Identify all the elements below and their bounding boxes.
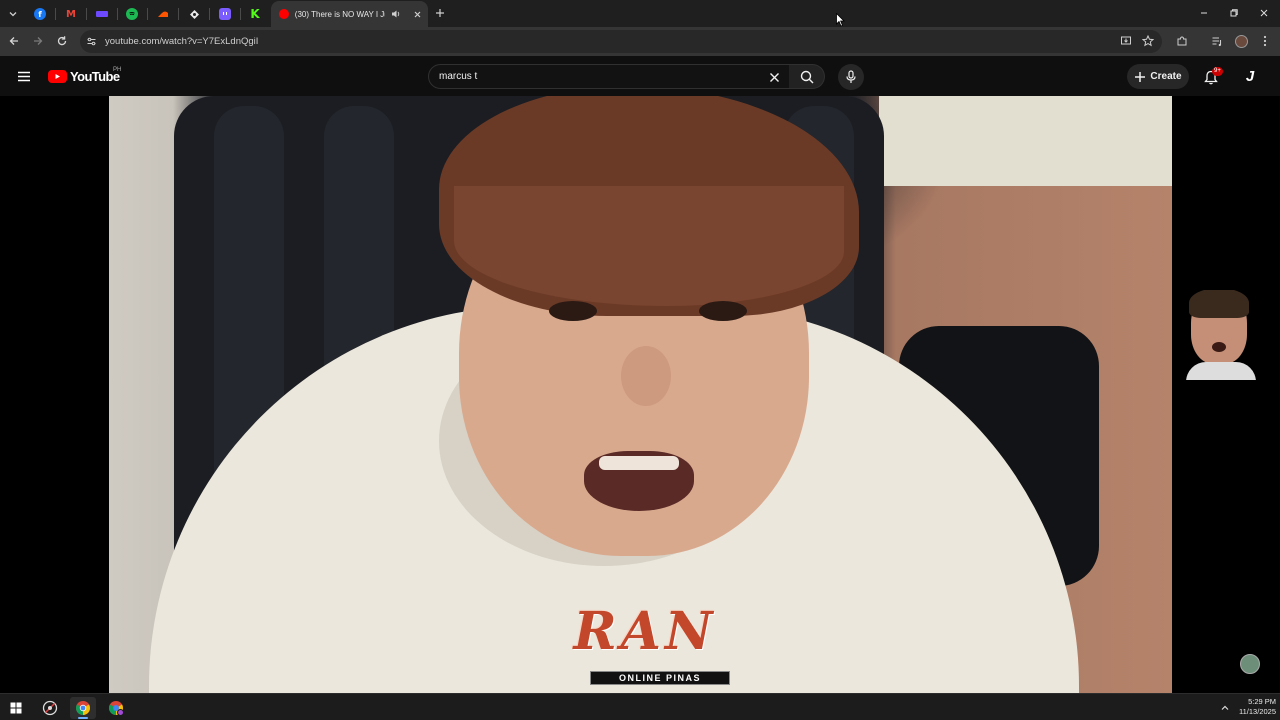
watermark-title: RAN xyxy=(573,601,717,662)
chrome-icon xyxy=(75,700,91,716)
video-background-wall xyxy=(879,96,1172,186)
forward-button[interactable] xyxy=(30,33,46,49)
video-player[interactable]: RAN ONLINE PINAS xyxy=(0,96,1280,693)
browser-tab-strip: f M K (30) There is NO WAY I Just xyxy=(0,0,1280,27)
taskbar-app-circle[interactable] xyxy=(37,697,63,719)
app-circle-icon xyxy=(42,700,58,716)
guide-menu-icon[interactable] xyxy=(14,66,34,86)
clock-time: 5:29 PM xyxy=(1248,697,1276,706)
kick-icon: K xyxy=(250,7,260,21)
youtube-logo[interactable]: YouTube xyxy=(48,69,120,84)
site-info-icon[interactable] xyxy=(86,36,97,47)
extensions-puzzle-icon[interactable] xyxy=(1174,33,1190,49)
watermark-subtitle: ONLINE PINAS xyxy=(618,673,701,683)
profile-avatar-icon[interactable] xyxy=(1233,33,1249,49)
youtube-play-icon xyxy=(48,70,67,83)
pinned-tab-proton[interactable] xyxy=(87,4,117,24)
reload-button[interactable] xyxy=(54,33,70,49)
restore-button[interactable] xyxy=(1224,4,1244,22)
start-button[interactable] xyxy=(3,697,29,719)
create-label: Create xyxy=(1150,71,1182,82)
voice-search-button[interactable] xyxy=(838,64,864,90)
facecam-overlay xyxy=(1186,290,1256,380)
install-app-icon[interactable] xyxy=(1118,33,1134,49)
account-avatar[interactable]: J xyxy=(1240,66,1260,86)
gmail-icon: M xyxy=(66,8,76,20)
pinned-tab-diamond[interactable] xyxy=(179,4,209,24)
address-bar[interactable]: youtube.com/watch?v=Y7ExLdnQgiI xyxy=(80,30,1162,53)
minimize-button[interactable] xyxy=(1194,4,1214,22)
back-button[interactable] xyxy=(6,33,22,49)
search-input[interactable] xyxy=(439,71,759,82)
search-icon xyxy=(800,70,814,84)
proton-icon xyxy=(96,11,108,17)
facebook-icon: f xyxy=(34,8,46,20)
tab-search-chevron-icon[interactable] xyxy=(4,5,22,23)
browser-toolbar: youtube.com/watch?v=Y7ExLdnQgiI xyxy=(0,27,1280,56)
youtube-favicon-icon xyxy=(279,9,289,19)
soundcloud-icon xyxy=(157,8,169,20)
country-code: PH xyxy=(113,67,122,73)
taskbar-clock[interactable]: 5:29 PM 11/13/2025 xyxy=(1234,697,1276,717)
active-tab[interactable]: (30) There is NO WAY I Just xyxy=(271,1,428,27)
audio-playing-icon[interactable] xyxy=(391,9,401,19)
active-tab-title: (30) There is NO WAY I Just xyxy=(294,9,385,19)
pinned-tab-soundcloud[interactable] xyxy=(148,4,178,24)
pinned-tab-twitch[interactable] xyxy=(210,4,240,24)
channel-watermark-avatar[interactable] xyxy=(1240,654,1260,674)
search-button[interactable] xyxy=(789,64,825,89)
video-frame[interactable]: RAN ONLINE PINAS xyxy=(109,96,1172,693)
plus-icon xyxy=(1134,71,1146,83)
windows-taskbar: 5:29 PM 11/13/2025 xyxy=(0,693,1280,720)
search-box xyxy=(428,64,790,89)
pinned-tab-gmail[interactable]: M xyxy=(56,4,86,24)
clear-search-icon[interactable] xyxy=(767,70,781,84)
browser-menu-icon[interactable] xyxy=(1257,33,1273,49)
media-controls-icon[interactable] xyxy=(1209,33,1225,49)
new-tab-button[interactable] xyxy=(432,5,448,21)
pinned-tab-facebook[interactable]: f xyxy=(25,4,55,24)
notification-count-badge: 9+ xyxy=(1212,67,1223,76)
create-button[interactable]: Create xyxy=(1127,64,1189,89)
youtube-masthead: YouTube PH Create 9+ J xyxy=(0,56,1280,96)
tab-close-icon[interactable] xyxy=(413,10,422,19)
clock-date: 11/13/2025 xyxy=(1239,707,1276,716)
diamond-icon xyxy=(188,8,200,20)
spotify-icon xyxy=(126,8,138,20)
twitch-icon xyxy=(219,8,231,20)
address-url: youtube.com/watch?v=Y7ExLdnQgiI xyxy=(105,36,259,47)
taskbar-chrome[interactable] xyxy=(70,697,96,719)
system-tray-chevron-icon[interactable] xyxy=(1218,701,1232,715)
pinned-tab-kick[interactable]: K xyxy=(240,4,270,24)
microphone-icon xyxy=(846,70,856,84)
taskbar-chrome-profile[interactable] xyxy=(103,697,129,719)
close-window-button[interactable] xyxy=(1254,4,1274,22)
windows-start-icon xyxy=(10,702,22,714)
chrome-profile-icon xyxy=(108,700,124,716)
bookmark-star-icon[interactable] xyxy=(1140,33,1156,49)
pinned-tab-spotify[interactable] xyxy=(117,4,147,24)
sponsor-watermark-logo: RAN ONLINE PINAS xyxy=(545,601,745,691)
